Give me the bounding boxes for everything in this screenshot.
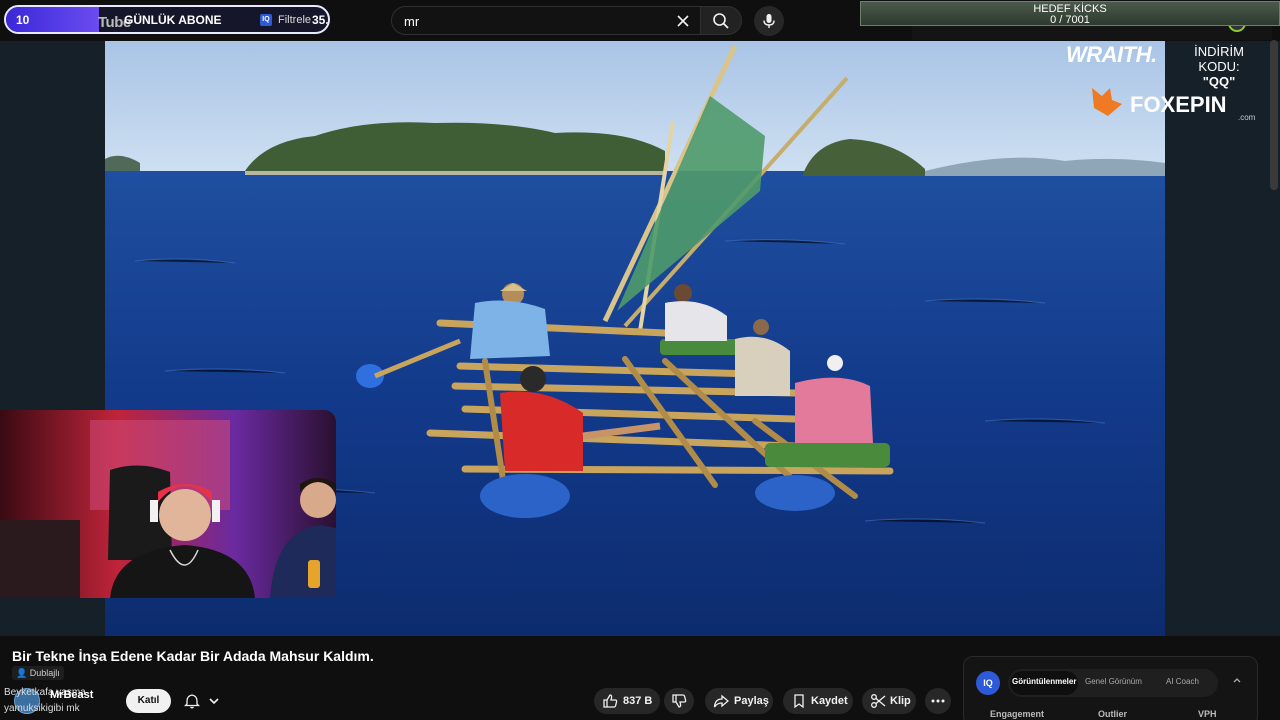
dubbed-badge: 👤 Dublajlı <box>12 666 64 680</box>
iq-analytics-panel: IQ Görüntülenmeler Genel Görünüm AI Coac… <box>963 656 1258 720</box>
goal-label: GÜNLÜK ABONE <box>124 13 222 27</box>
share-button[interactable]: Paylaş <box>705 688 773 714</box>
chevron-up-icon[interactable] <box>1232 675 1242 685</box>
tab-views[interactable]: Görüntülenmeler <box>1012 677 1076 686</box>
share-label: Paylaş <box>734 695 769 707</box>
more-actions-button[interactable] <box>925 688 951 714</box>
col-outlier: Outlier <box>1098 709 1128 719</box>
like-button[interactable]: 837 B <box>594 688 660 714</box>
dubbed-label: Dublajlı <box>29 668 60 678</box>
top-bar: 10 Tube GÜNLÜK ABONE IQ Filtrele 35. mr … <box>0 0 1280 40</box>
webcam-frame <box>0 410 336 598</box>
iq-filter-icon: IQ <box>260 14 272 26</box>
iq-logo: IQ <box>976 671 1000 695</box>
tab-ai-coach[interactable]: AI Coach <box>1166 677 1199 686</box>
close-icon[interactable] <box>675 13 691 29</box>
person-icon: 👤 <box>16 668 28 678</box>
foxepin-logo: FOXEPIN .com <box>1090 86 1260 122</box>
microphone-icon <box>763 14 775 28</box>
chat-overlay-line-2: yamuksikigibi mk <box>4 703 80 714</box>
video-title: Bir Tekne İnşa Edene Kadar Bir Adada Mah… <box>12 648 374 664</box>
join-button[interactable]: Katıl <box>126 689 171 713</box>
channel-row: Beyketkafa yaşma yamuksikigibi mk MrBeas… <box>0 684 600 720</box>
col-engagement: Engagement <box>990 709 1045 719</box>
goal-target-count: 35. <box>312 13 329 27</box>
dislike-button[interactable] <box>664 688 694 714</box>
channel-name[interactable]: MrBeast <box>50 689 93 701</box>
iq-tab-bar: Görüntülenmeler Genel Görünüm AI Coach <box>1008 669 1218 697</box>
thumbs-up-icon <box>603 694 618 708</box>
fox-icon <box>1092 88 1122 116</box>
like-count: 837 B <box>623 695 653 707</box>
bell-icon <box>184 694 200 709</box>
save-button[interactable]: Kaydet <box>783 688 853 714</box>
notification-bell-button[interactable] <box>180 689 230 713</box>
search-query[interactable]: mr <box>404 14 419 29</box>
kicks-goal-widget: HEDEF KİCKS 0 / 7001 <box>860 1 1280 26</box>
tab-overview[interactable]: Genel Görünüm <box>1085 677 1142 686</box>
save-label: Kaydet <box>811 695 848 707</box>
share-icon <box>713 694 729 708</box>
filter-label[interactable]: Filtrele <box>278 14 311 26</box>
thumbs-down-icon <box>672 694 687 708</box>
page-scrollbar[interactable] <box>1270 40 1278 190</box>
header-controls-backdrop <box>912 26 1272 40</box>
clip-button[interactable]: Klip <box>862 688 916 714</box>
voice-search-button[interactable] <box>754 6 784 36</box>
col-vph: VPH <box>1198 709 1217 719</box>
discount-code-box: İNDİRİM KODU: "QQ" <box>1172 44 1266 89</box>
more-horizontal-icon <box>931 699 945 703</box>
scissors-icon <box>871 694 886 708</box>
chevron-down-icon <box>209 698 219 705</box>
foxepin-wordmark: FOXEPIN <box>1130 92 1227 117</box>
foxepin-domain: .com <box>1238 113 1256 122</box>
discount-label: İNDİRİM KODU: <box>1194 44 1244 74</box>
clip-label: Klip <box>890 695 911 707</box>
video-right-letterbox <box>1165 41 1280 636</box>
search-icon <box>713 13 729 29</box>
search-input[interactable]: mr <box>391 6 702 35</box>
search-button[interactable] <box>700 6 742 35</box>
bookmark-icon <box>794 694 804 709</box>
kicks-goal-count: 0 / 7001 <box>1050 14 1090 26</box>
streamer-webcam <box>0 410 336 598</box>
subscriber-goal-widget: 10 Tube GÜNLÜK ABONE IQ Filtrele 35. <box>4 5 330 34</box>
wraith-logo: WRAITH. <box>1066 42 1157 67</box>
goal-current-count: 10 <box>16 13 30 27</box>
